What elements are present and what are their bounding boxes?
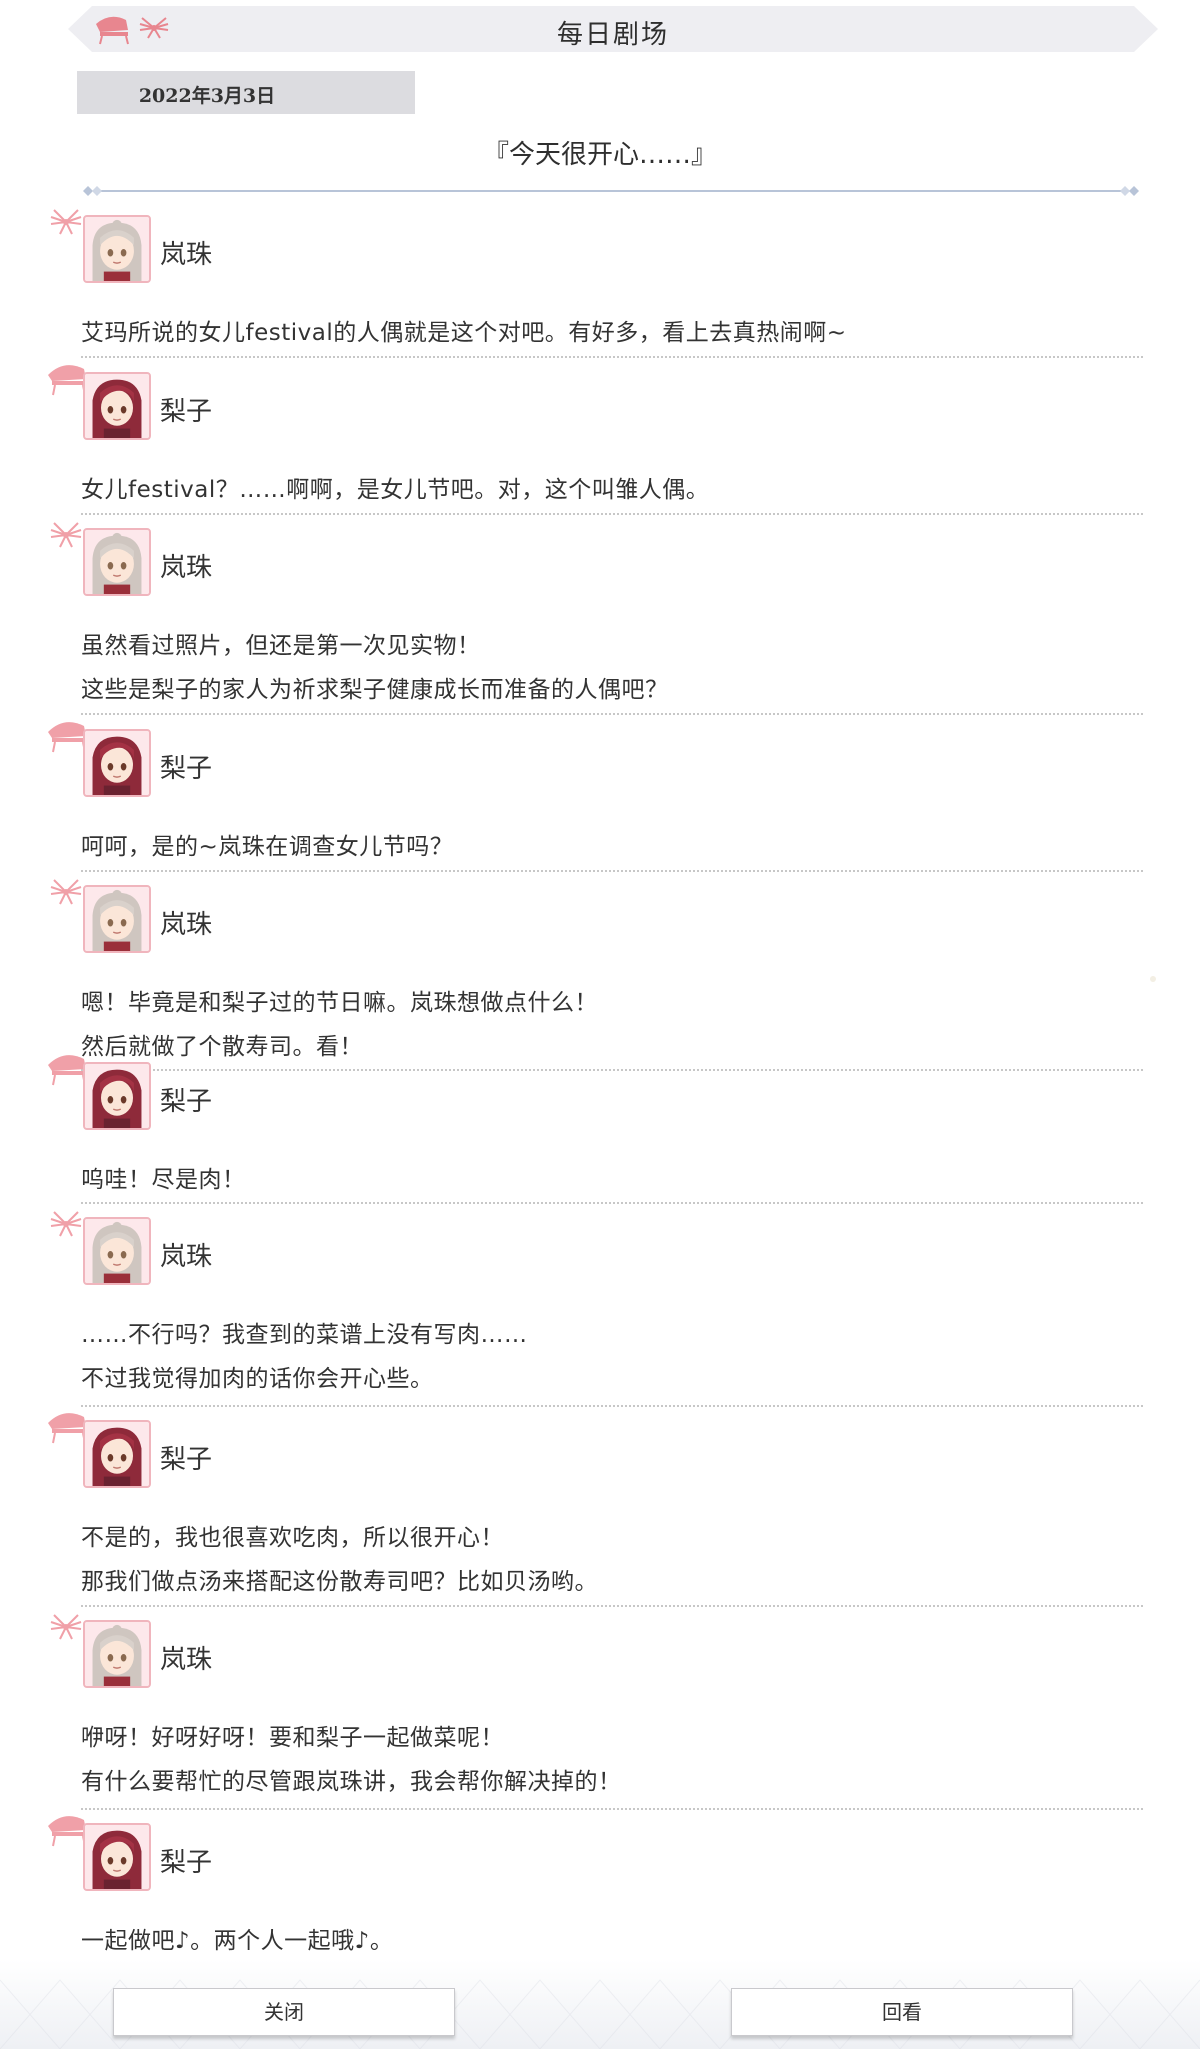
avatar: [83, 372, 151, 440]
dialogue-line: 咿呀！好呀好呀！要和梨子一起做菜呢！: [81, 1725, 504, 1751]
dialogue-line: 不过我觉得加肉的话你会开心些。: [81, 1366, 434, 1392]
avatar: [83, 1420, 151, 1488]
speaker-name: 岚珠: [160, 1242, 213, 1272]
title-divider: [83, 186, 1139, 196]
speaker-name: 梨子: [160, 397, 213, 427]
entry-divider: [81, 870, 1143, 872]
speaker-avatar-group: [46, 1605, 156, 1688]
speaker-name: 岚珠: [160, 553, 213, 583]
wing-emblem-icon: [46, 200, 86, 240]
dialogue-line: 一起做吧♪。两个人一起哦♪。: [81, 1928, 394, 1954]
avatar: [83, 528, 151, 596]
dialogue-line: 那我们做点汤来搭配这份散寿司吧？比如贝汤哟。: [81, 1569, 598, 1595]
dialogue-line: 艾玛所说的女儿festival的人偶就是这个对吧。有好多，看上去真热闹啊~: [81, 320, 847, 346]
piano-emblem-icon: [46, 714, 86, 754]
speaker-avatar-group: [46, 513, 156, 596]
speaker-avatar-group: [46, 1808, 156, 1891]
dialogue-line: 不是的，我也很喜欢吃肉，所以很开心！: [81, 1525, 504, 1551]
speaker-name: 岚珠: [160, 240, 213, 270]
avatar: [83, 215, 151, 283]
date-text: 2022年3月3日: [138, 85, 276, 107]
speaker-name: 梨子: [160, 754, 213, 784]
dialogue-line: ……不行吗？我查到的菜谱上没有写肉……: [81, 1322, 528, 1348]
speaker-avatar-group: [46, 1405, 156, 1488]
close-button[interactable]: 关闭: [113, 1988, 455, 2036]
speaker-name: 岚珠: [160, 1645, 213, 1675]
episode-title: 『今天很开心……』: [482, 140, 717, 170]
entry-divider: [81, 1808, 1143, 1810]
piano-emblem-icon: [46, 1405, 86, 1445]
speaker-name: 梨子: [160, 1445, 213, 1475]
review-button[interactable]: 回看: [731, 1988, 1073, 2036]
entry-divider: [81, 513, 1143, 515]
wing-emblem-icon: [46, 870, 86, 910]
page-title: 每日剧场: [556, 20, 669, 50]
avatar: [83, 1823, 151, 1891]
piano-emblem-icon: [46, 357, 86, 397]
entry-divider: [81, 713, 1143, 715]
speaker-avatar-group: [46, 357, 156, 440]
speaker-name: 岚珠: [160, 910, 213, 940]
entry-divider: [81, 1605, 1143, 1607]
speaker-avatar-group: [46, 200, 156, 283]
speaker-avatar-group: [46, 1047, 156, 1130]
avatar: [83, 885, 151, 953]
avatar: [83, 1217, 151, 1285]
entry-divider: [81, 1069, 1143, 1071]
piano-emblem-icon: [46, 1047, 86, 1087]
wing-emblem-icon: [46, 1605, 86, 1645]
entry-divider: [81, 356, 1143, 358]
entry-divider: [81, 1202, 1143, 1204]
dialogue-line: 有什么要帮忙的尽管跟岚珠讲，我会帮你解决掉的！: [81, 1769, 622, 1795]
dialogue-line: 女儿festival？……啊啊，是女儿节吧。对，这个叫雏人偶。: [81, 477, 710, 503]
entry-divider: [81, 1405, 1143, 1407]
date-label-box: 2022年3月3日: [77, 71, 415, 114]
speaker-name: 梨子: [160, 1848, 213, 1878]
header-bar: 每日剧场: [68, 6, 1158, 52]
speaker-name: 梨子: [160, 1087, 213, 1117]
speaker-avatar-group: [46, 1202, 156, 1285]
speaker-avatar-group: [46, 870, 156, 953]
avatar: [83, 1620, 151, 1688]
avatar: [83, 1062, 151, 1130]
avatar: [83, 729, 151, 797]
wing-emblem-icon: [46, 1202, 86, 1242]
dialogue-line: 虽然看过照片，但还是第一次见实物！: [81, 633, 481, 659]
sparkle-decoration: [1150, 976, 1156, 982]
unit-logo-icon: [96, 16, 169, 45]
wing-emblem-icon: [46, 513, 86, 553]
piano-emblem-icon: [46, 1808, 86, 1848]
dialogue-line: 呜哇！尽是肉！: [81, 1167, 246, 1193]
dialogue-line: 嗯！毕竟是和梨子过的节日嘛。岚珠想做点什么！: [81, 990, 598, 1016]
speaker-avatar-group: [46, 714, 156, 797]
dialogue-line: 呵呵，是的~岚珠在调查女儿节吗？: [81, 834, 454, 860]
dialogue-line: 这些是梨子的家人为祈求梨子健康成长而准备的人偶吧？: [81, 677, 669, 703]
